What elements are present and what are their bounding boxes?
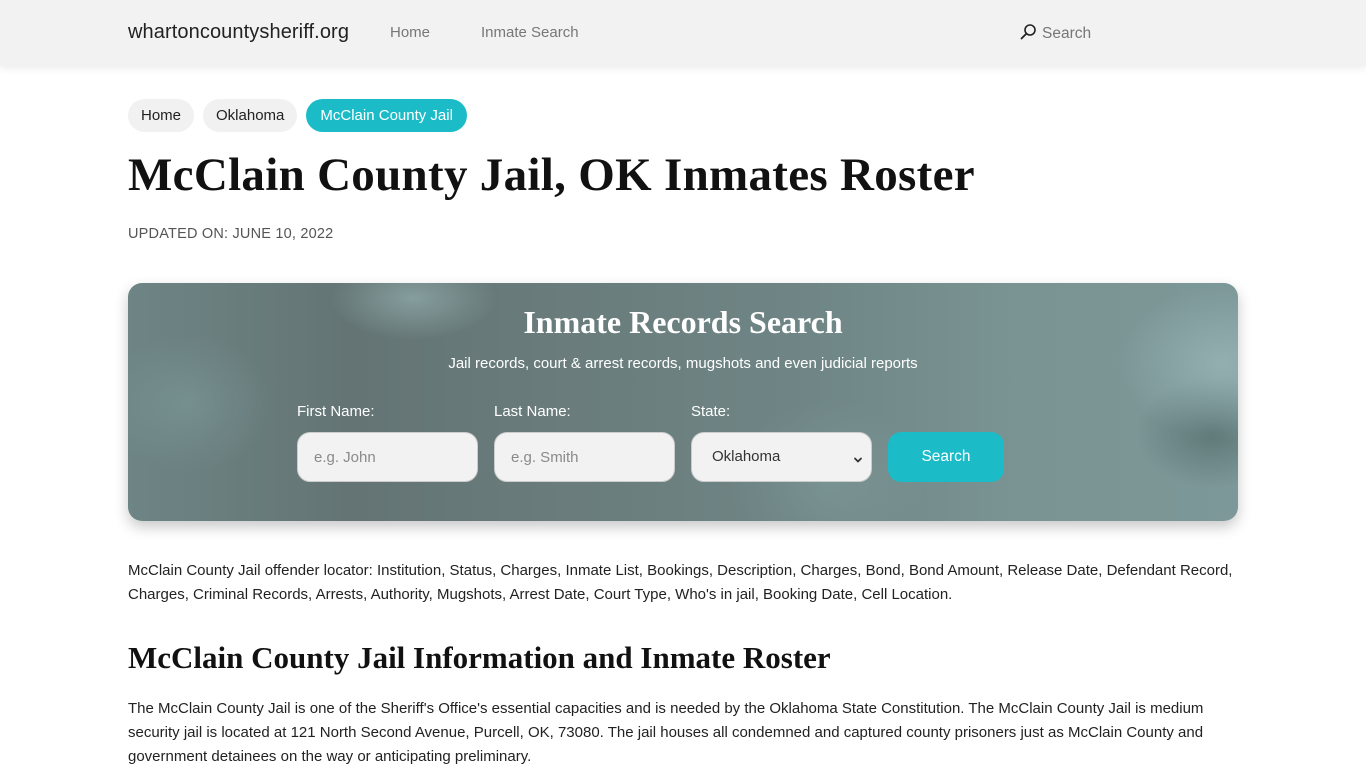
updated-date: UPDATED ON: JUNE 10, 2022 xyxy=(128,226,334,242)
section-body: The McClain County Jail is one of the Sh… xyxy=(128,700,1204,765)
last-name-label: Last Name: xyxy=(494,403,571,420)
site-brand-link[interactable]: whartoncountysheriff.org xyxy=(128,21,349,44)
inmate-search-panel: Inmate Records Search Jail records, cour… xyxy=(128,283,1238,521)
search-panel-title: Inmate Records Search xyxy=(523,304,843,340)
state-label: State: xyxy=(691,403,731,420)
first-name-label: First Name: xyxy=(297,403,375,420)
breadcrumb-mcclain-county-jail[interactable]: McClain County Jail xyxy=(306,99,467,132)
search-submit-button[interactable]: Search xyxy=(888,432,1004,482)
breadcrumb: Home Oklahoma McClain County Jail xyxy=(128,99,467,132)
page-title: McClain County Jail, OK Inmates Roster xyxy=(128,149,975,201)
breadcrumb-home[interactable]: Home xyxy=(128,99,195,132)
state-select-value: Oklahoma xyxy=(712,448,781,465)
search-panel-subtitle: Jail records, court & arrest records, mu… xyxy=(448,355,918,372)
breadcrumb-oklahoma[interactable]: Oklahoma xyxy=(203,99,298,132)
offender-locator-description: McClain County Jail offender locator: In… xyxy=(128,562,1233,603)
nav-link-home[interactable]: Home xyxy=(390,24,430,41)
state-select[interactable]: Oklahoma xyxy=(691,432,872,482)
nav-link-inmate-search[interactable]: Inmate Search xyxy=(481,24,579,41)
header-search-label: Search xyxy=(1042,25,1092,42)
chevron-down-icon xyxy=(853,452,863,463)
header-search-button[interactable]: Search xyxy=(1020,23,1091,45)
first-name-input[interactable] xyxy=(297,432,478,482)
last-name-input[interactable] xyxy=(494,432,675,482)
search-icon xyxy=(1020,23,1037,45)
site-header: whartoncountysheriff.org Home Inmate Sea… xyxy=(0,0,1366,66)
section-title: McClain County Jail Information and Inma… xyxy=(128,640,831,675)
